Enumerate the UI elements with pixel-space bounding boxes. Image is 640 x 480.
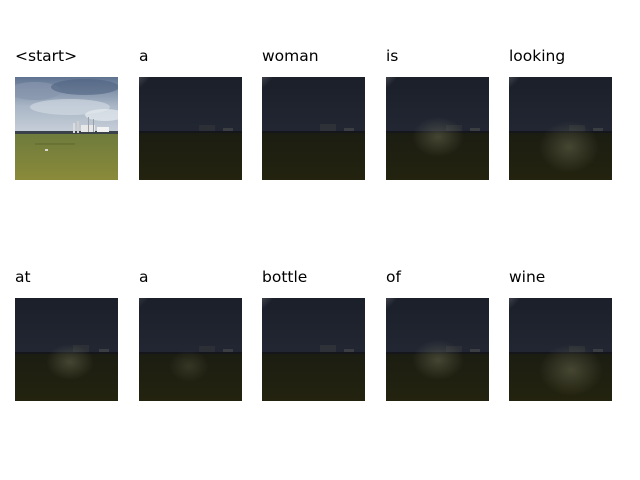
caption-word: at — [15, 268, 31, 286]
attention-map — [262, 77, 365, 180]
original-photo — [15, 77, 118, 180]
caption-word: looking — [509, 47, 566, 65]
caption-word: woman — [262, 47, 319, 65]
caption-word: is — [386, 47, 399, 65]
caption-word: <start> — [15, 47, 78, 65]
attention-map — [139, 298, 242, 401]
caption-word: wine — [509, 268, 546, 286]
caption-word: a — [139, 47, 149, 65]
caption-word: of — [386, 268, 401, 286]
caption-word: bottle — [262, 268, 308, 286]
attention-map — [509, 298, 612, 401]
attention-map — [509, 77, 612, 180]
attention-map — [262, 298, 365, 401]
attention-map — [386, 298, 489, 401]
attention-map — [15, 298, 118, 401]
caption-word: a — [139, 268, 149, 286]
attention-map — [139, 77, 242, 180]
attention-map — [386, 77, 489, 180]
